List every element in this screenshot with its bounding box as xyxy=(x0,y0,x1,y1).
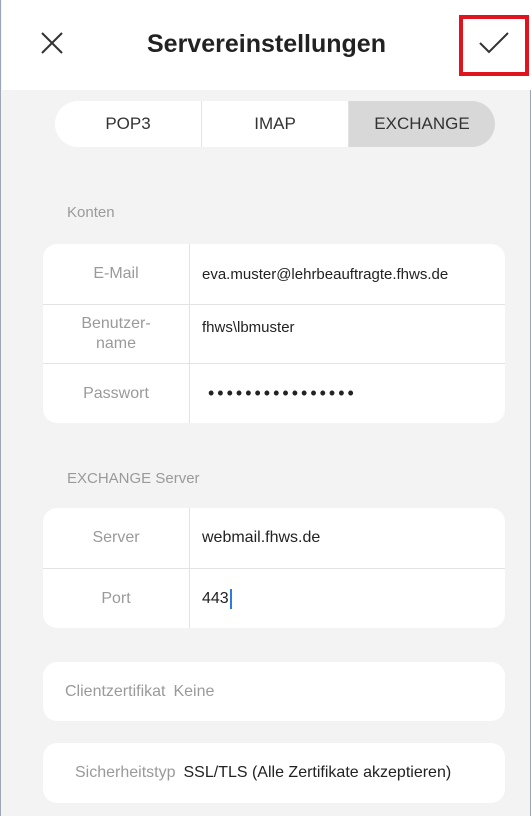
client-certificate-label: Clientzertifikat xyxy=(65,682,166,700)
client-certificate-value: Keine xyxy=(173,682,215,700)
page-title: Servereinstellungen xyxy=(147,30,386,58)
username-row: Benutzer- name fhws\lbmuster xyxy=(43,305,505,363)
section-label-exchange-server: EXCHANGE Server xyxy=(67,470,200,487)
header-bar: Servereinstellungen xyxy=(2,0,531,90)
security-type-label: Sicherheitstyp xyxy=(75,764,176,781)
section-label-accounts: Konten xyxy=(67,204,115,221)
confirm-button[interactable] xyxy=(459,15,529,76)
port-label: Port xyxy=(43,569,190,628)
app-frame: Servereinstellungen POP3 IMAP EXCHANGE K… xyxy=(0,0,531,816)
server-label: Server xyxy=(43,508,190,568)
client-certificate-row[interactable]: Clientzertifikat Keine xyxy=(43,662,505,721)
accounts-card: E-Mail eva.muster@lehrbeauftragte.fhws.d… xyxy=(43,244,505,423)
email-field[interactable]: eva.muster@lehrbeauftragte.fhws.de xyxy=(190,244,505,304)
tab-imap[interactable]: IMAP xyxy=(202,101,349,147)
port-row: Port 443 xyxy=(43,569,505,628)
checkmark-icon xyxy=(478,30,510,61)
security-type-row[interactable]: Sicherheitstyp SSL/TLS (Alle Zertifikate… xyxy=(43,743,505,803)
tab-exchange[interactable]: EXCHANGE xyxy=(349,101,495,147)
server-field[interactable]: webmail.fhws.de xyxy=(190,508,505,568)
text-cursor xyxy=(229,588,232,609)
password-field[interactable]: •••••••••••••••• xyxy=(190,364,505,423)
security-type-value: SSL/TLS (Alle Zertifikate akzeptieren) xyxy=(183,764,452,781)
username-field[interactable]: fhws\lbmuster xyxy=(190,305,505,363)
server-row: Server webmail.fhws.de xyxy=(43,508,505,568)
exchange-server-card: Server webmail.fhws.de Port 443 xyxy=(43,508,505,628)
password-row: Passwort •••••••••••••••• xyxy=(43,364,505,423)
password-label: Passwort xyxy=(43,364,190,423)
email-row: E-Mail eva.muster@lehrbeauftragte.fhws.d… xyxy=(43,244,505,304)
protocol-selector: POP3 IMAP EXCHANGE xyxy=(55,101,495,147)
username-label: Benutzer- name xyxy=(43,305,190,363)
email-label: E-Mail xyxy=(43,244,190,304)
tab-pop3[interactable]: POP3 xyxy=(55,101,202,147)
port-field[interactable]: 443 xyxy=(190,569,505,628)
port-value: 443 xyxy=(202,589,229,607)
